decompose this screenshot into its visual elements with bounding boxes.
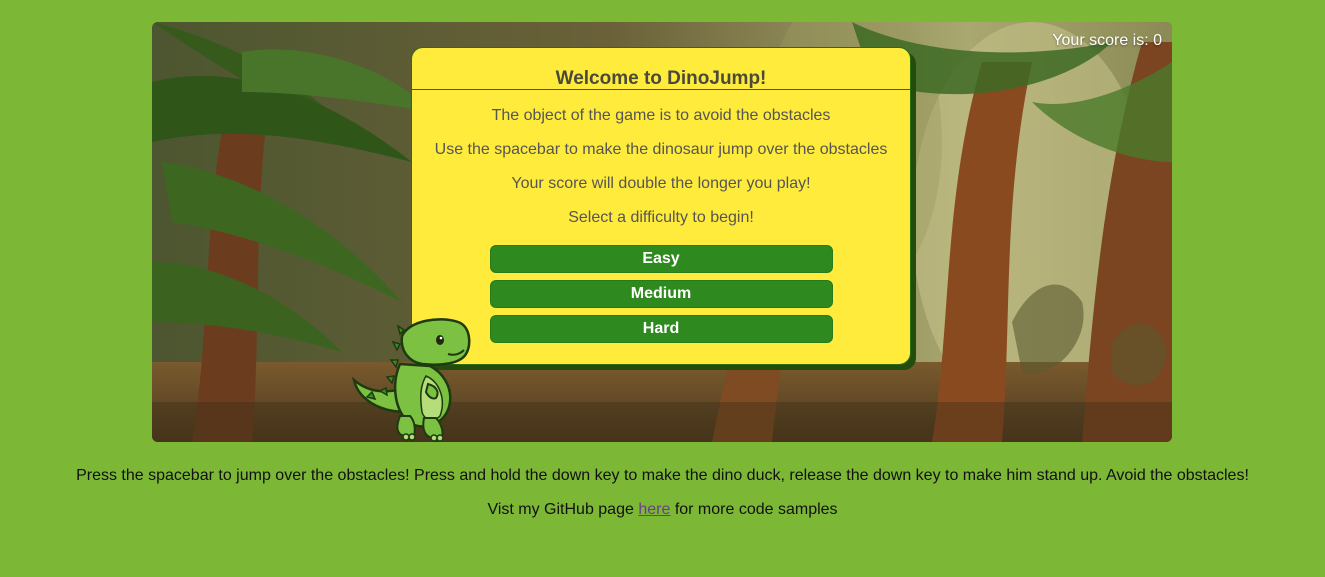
instruction-line-1: The object of the game is to avoid the o… bbox=[491, 107, 831, 124]
github-prefix: Vist my GitHub page bbox=[487, 501, 634, 518]
dialog-title: Welcome to DinoJump! bbox=[555, 68, 767, 89]
medium-button[interactable]: Medium bbox=[489, 280, 833, 308]
easy-button[interactable]: Easy bbox=[489, 245, 833, 273]
hard-button[interactable]: Hard bbox=[489, 315, 833, 343]
score-display: Your score is: 0 bbox=[1052, 32, 1162, 49]
game-canvas[interactable]: Your score is: 0 Welcome to DinoJump! Th… bbox=[152, 22, 1172, 442]
instruction-line-3: Your score will double the longer you pl… bbox=[511, 175, 811, 192]
page-footer: Press the spacebar to jump over the obst… bbox=[0, 466, 1325, 534]
dinosaur-icon bbox=[351, 318, 471, 442]
welcome-dialog: Welcome to DinoJump! The object of the g… bbox=[411, 47, 911, 365]
instruction-line-2: Use the spacebar to make the dinosaur ju… bbox=[434, 141, 888, 158]
instruction-line-4: Select a difficulty to begin! bbox=[568, 209, 754, 226]
instructions-text: Press the spacebar to jump over the obst… bbox=[76, 467, 1249, 484]
github-line: Vist my GitHub page here for more code s… bbox=[0, 500, 1325, 534]
github-link[interactable]: here bbox=[638, 501, 670, 518]
github-suffix: for more code samples bbox=[674, 501, 838, 518]
